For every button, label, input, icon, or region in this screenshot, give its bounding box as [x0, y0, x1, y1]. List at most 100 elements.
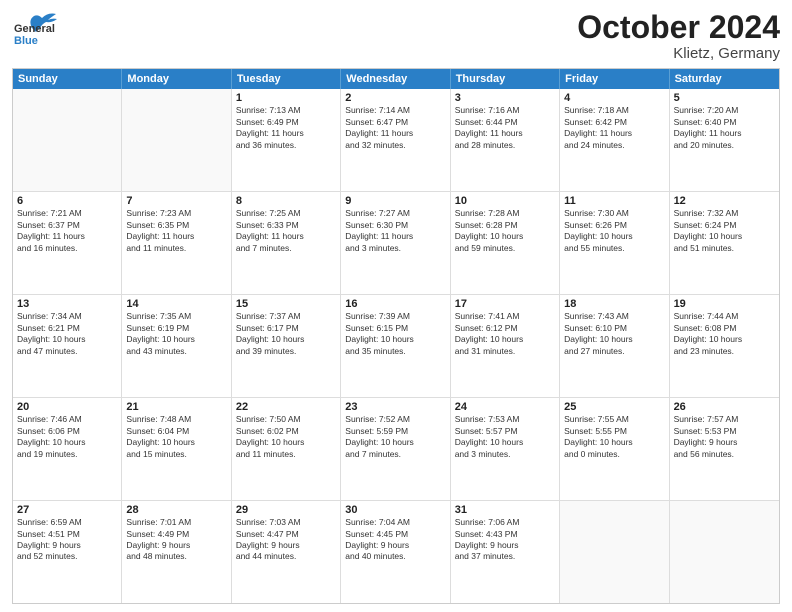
page: General Blue October 2024 Klietz, German… [0, 0, 792, 612]
day-number: 28 [126, 504, 226, 516]
day-info: Sunrise: 7:44 AM Sunset: 6:08 PM Dayligh… [674, 311, 775, 357]
day-info: Sunrise: 7:14 AM Sunset: 6:47 PM Dayligh… [345, 105, 445, 151]
calendar: SundayMondayTuesdayWednesdayThursdayFrid… [12, 68, 780, 604]
day-number: 3 [455, 92, 555, 104]
day-info: Sunrise: 7:27 AM Sunset: 6:30 PM Dayligh… [345, 208, 445, 254]
calendar-cell: 24Sunrise: 7:53 AM Sunset: 5:57 PM Dayli… [451, 398, 560, 500]
calendar-cell: 27Sunrise: 6:59 AM Sunset: 4:51 PM Dayli… [13, 501, 122, 603]
day-number: 30 [345, 504, 445, 516]
day-info: Sunrise: 7:50 AM Sunset: 6:02 PM Dayligh… [236, 414, 336, 460]
calendar-row: 13Sunrise: 7:34 AM Sunset: 6:21 PM Dayli… [13, 294, 779, 397]
day-number: 27 [17, 504, 117, 516]
day-number: 4 [564, 92, 664, 104]
calendar-cell: 14Sunrise: 7:35 AM Sunset: 6:19 PM Dayli… [122, 295, 231, 397]
day-info: Sunrise: 7:06 AM Sunset: 4:43 PM Dayligh… [455, 517, 555, 563]
weekday-header: Friday [560, 69, 669, 89]
day-number: 5 [674, 92, 775, 104]
calendar-row: 6Sunrise: 7:21 AM Sunset: 6:37 PM Daylig… [13, 191, 779, 294]
calendar-cell: 20Sunrise: 7:46 AM Sunset: 6:06 PM Dayli… [13, 398, 122, 500]
day-info: Sunrise: 7:01 AM Sunset: 4:49 PM Dayligh… [126, 517, 226, 563]
calendar-cell: 1Sunrise: 7:13 AM Sunset: 6:49 PM Daylig… [232, 89, 341, 191]
day-info: Sunrise: 7:52 AM Sunset: 5:59 PM Dayligh… [345, 414, 445, 460]
calendar-cell: 29Sunrise: 7:03 AM Sunset: 4:47 PM Dayli… [232, 501, 341, 603]
day-info: Sunrise: 7:30 AM Sunset: 6:26 PM Dayligh… [564, 208, 664, 254]
svg-text:General: General [14, 23, 55, 35]
day-number: 31 [455, 504, 555, 516]
calendar-cell: 11Sunrise: 7:30 AM Sunset: 6:26 PM Dayli… [560, 192, 669, 294]
weekday-header: Saturday [670, 69, 779, 89]
day-info: Sunrise: 6:59 AM Sunset: 4:51 PM Dayligh… [17, 517, 117, 563]
day-info: Sunrise: 7:20 AM Sunset: 6:40 PM Dayligh… [674, 105, 775, 151]
day-info: Sunrise: 7:55 AM Sunset: 5:55 PM Dayligh… [564, 414, 664, 460]
calendar-cell [122, 89, 231, 191]
calendar-cell: 26Sunrise: 7:57 AM Sunset: 5:53 PM Dayli… [670, 398, 779, 500]
calendar-cell: 10Sunrise: 7:28 AM Sunset: 6:28 PM Dayli… [451, 192, 560, 294]
calendar-cell: 7Sunrise: 7:23 AM Sunset: 6:35 PM Daylig… [122, 192, 231, 294]
day-number: 10 [455, 195, 555, 207]
day-number: 1 [236, 92, 336, 104]
day-info: Sunrise: 7:37 AM Sunset: 6:17 PM Dayligh… [236, 311, 336, 357]
day-number: 15 [236, 298, 336, 310]
weekday-header: Thursday [451, 69, 560, 89]
day-number: 23 [345, 401, 445, 413]
day-number: 29 [236, 504, 336, 516]
day-number: 8 [236, 195, 336, 207]
calendar-cell: 2Sunrise: 7:14 AM Sunset: 6:47 PM Daylig… [341, 89, 450, 191]
day-number: 14 [126, 298, 226, 310]
day-info: Sunrise: 7:23 AM Sunset: 6:35 PM Dayligh… [126, 208, 226, 254]
day-info: Sunrise: 7:28 AM Sunset: 6:28 PM Dayligh… [455, 208, 555, 254]
calendar-header: SundayMondayTuesdayWednesdayThursdayFrid… [13, 69, 779, 89]
day-info: Sunrise: 7:34 AM Sunset: 6:21 PM Dayligh… [17, 311, 117, 357]
day-number: 19 [674, 298, 775, 310]
day-number: 11 [564, 195, 664, 207]
day-number: 12 [674, 195, 775, 207]
calendar-cell: 16Sunrise: 7:39 AM Sunset: 6:15 PM Dayli… [341, 295, 450, 397]
day-number: 22 [236, 401, 336, 413]
calendar-cell: 12Sunrise: 7:32 AM Sunset: 6:24 PM Dayli… [670, 192, 779, 294]
day-info: Sunrise: 7:39 AM Sunset: 6:15 PM Dayligh… [345, 311, 445, 357]
calendar-body: 1Sunrise: 7:13 AM Sunset: 6:49 PM Daylig… [13, 89, 779, 603]
day-info: Sunrise: 7:46 AM Sunset: 6:06 PM Dayligh… [17, 414, 117, 460]
day-number: 25 [564, 401, 664, 413]
calendar-cell: 5Sunrise: 7:20 AM Sunset: 6:40 PM Daylig… [670, 89, 779, 191]
day-number: 20 [17, 401, 117, 413]
day-number: 7 [126, 195, 226, 207]
day-number: 13 [17, 298, 117, 310]
calendar-cell [13, 89, 122, 191]
day-number: 18 [564, 298, 664, 310]
title-area: October 2024 Klietz, Germany [577, 10, 780, 62]
calendar-cell: 31Sunrise: 7:06 AM Sunset: 4:43 PM Dayli… [451, 501, 560, 603]
calendar-cell: 4Sunrise: 7:18 AM Sunset: 6:42 PM Daylig… [560, 89, 669, 191]
weekday-header: Tuesday [232, 69, 341, 89]
calendar-row: 1Sunrise: 7:13 AM Sunset: 6:49 PM Daylig… [13, 89, 779, 191]
day-info: Sunrise: 7:04 AM Sunset: 4:45 PM Dayligh… [345, 517, 445, 563]
day-number: 26 [674, 401, 775, 413]
day-info: Sunrise: 7:13 AM Sunset: 6:49 PM Dayligh… [236, 105, 336, 151]
day-info: Sunrise: 7:35 AM Sunset: 6:19 PM Dayligh… [126, 311, 226, 357]
calendar-cell: 23Sunrise: 7:52 AM Sunset: 5:59 PM Dayli… [341, 398, 450, 500]
calendar-cell: 30Sunrise: 7:04 AM Sunset: 4:45 PM Dayli… [341, 501, 450, 603]
day-number: 24 [455, 401, 555, 413]
calendar-cell [560, 501, 669, 603]
location: Klietz, Germany [577, 45, 780, 62]
calendar-row: 20Sunrise: 7:46 AM Sunset: 6:06 PM Dayli… [13, 397, 779, 500]
calendar-cell: 28Sunrise: 7:01 AM Sunset: 4:49 PM Dayli… [122, 501, 231, 603]
day-info: Sunrise: 7:57 AM Sunset: 5:53 PM Dayligh… [674, 414, 775, 460]
day-number: 2 [345, 92, 445, 104]
calendar-cell: 18Sunrise: 7:43 AM Sunset: 6:10 PM Dayli… [560, 295, 669, 397]
day-info: Sunrise: 7:43 AM Sunset: 6:10 PM Dayligh… [564, 311, 664, 357]
calendar-cell [670, 501, 779, 603]
calendar-cell: 6Sunrise: 7:21 AM Sunset: 6:37 PM Daylig… [13, 192, 122, 294]
logo-icon: General Blue [12, 10, 60, 48]
calendar-cell: 17Sunrise: 7:41 AM Sunset: 6:12 PM Dayli… [451, 295, 560, 397]
day-number: 21 [126, 401, 226, 413]
calendar-cell: 22Sunrise: 7:50 AM Sunset: 6:02 PM Dayli… [232, 398, 341, 500]
calendar-cell: 8Sunrise: 7:25 AM Sunset: 6:33 PM Daylig… [232, 192, 341, 294]
calendar-cell: 19Sunrise: 7:44 AM Sunset: 6:08 PM Dayli… [670, 295, 779, 397]
day-info: Sunrise: 7:32 AM Sunset: 6:24 PM Dayligh… [674, 208, 775, 254]
day-info: Sunrise: 7:25 AM Sunset: 6:33 PM Dayligh… [236, 208, 336, 254]
calendar-cell: 13Sunrise: 7:34 AM Sunset: 6:21 PM Dayli… [13, 295, 122, 397]
day-number: 6 [17, 195, 117, 207]
day-info: Sunrise: 7:53 AM Sunset: 5:57 PM Dayligh… [455, 414, 555, 460]
calendar-cell: 3Sunrise: 7:16 AM Sunset: 6:44 PM Daylig… [451, 89, 560, 191]
